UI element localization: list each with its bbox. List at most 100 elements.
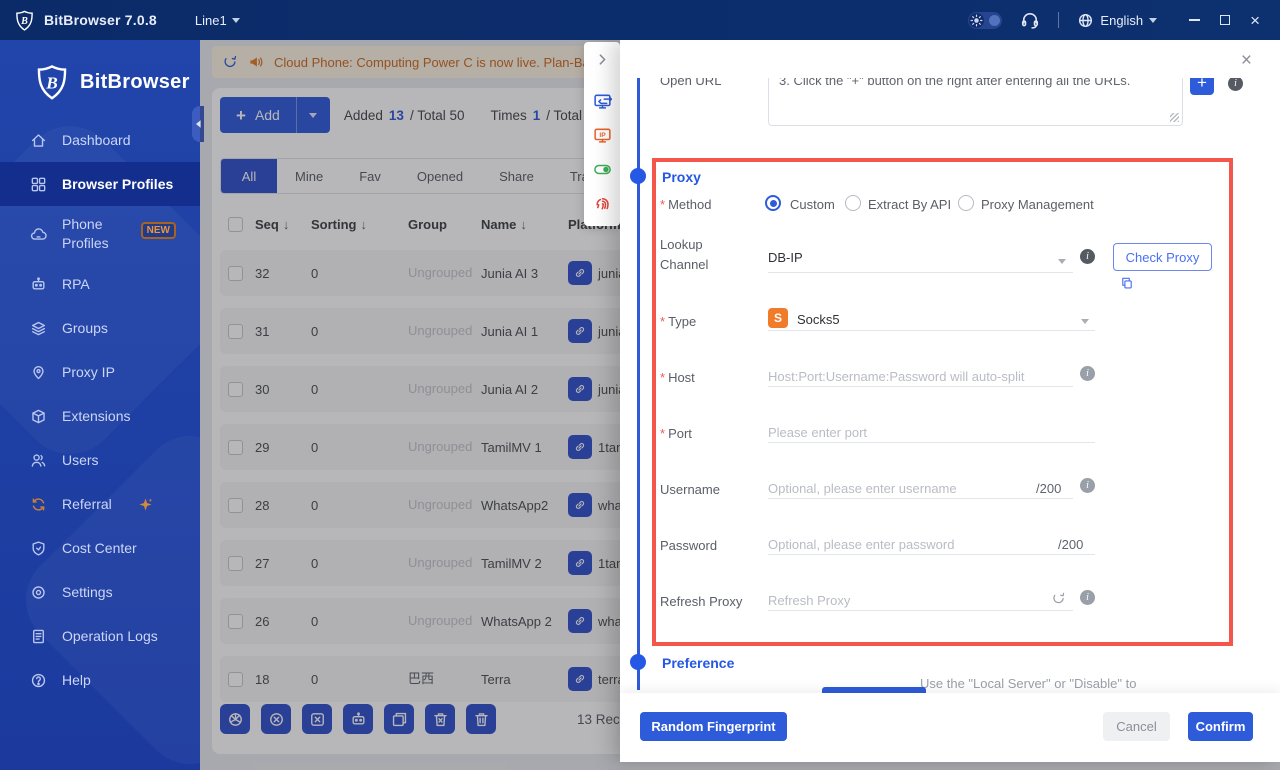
info-icon[interactable]: i bbox=[1080, 478, 1095, 493]
cancel-button[interactable]: Cancel bbox=[1103, 712, 1170, 741]
brand-name: BitBrowser bbox=[80, 70, 190, 93]
sidebar-item-label: Settings bbox=[62, 584, 113, 600]
close-modal-icon[interactable]: × bbox=[1241, 51, 1252, 70]
chevron-down-icon[interactable] bbox=[1058, 252, 1066, 267]
lookup-channel-label: Lookup Channel bbox=[660, 237, 709, 272]
robot-icon bbox=[30, 276, 47, 293]
host-label: * Host bbox=[660, 370, 695, 385]
modal-body: Open URL 3. Click the "+" button on the … bbox=[620, 40, 1280, 693]
radio-custom-label[interactable]: Custom bbox=[790, 197, 835, 212]
check-proxy-button[interactable]: Check Proxy bbox=[1113, 243, 1212, 271]
confirm-button[interactable]: Confirm bbox=[1188, 712, 1253, 741]
layers-icon bbox=[30, 320, 47, 337]
new-badge: NEW bbox=[140, 222, 176, 239]
doc-icon bbox=[30, 628, 47, 645]
home-icon bbox=[30, 132, 47, 149]
info-icon[interactable]: i bbox=[1080, 249, 1095, 264]
random-fingerprint-button[interactable]: Random Fingerprint bbox=[640, 712, 787, 741]
ip-icon[interactable]: IP bbox=[592, 126, 612, 145]
sidebar-item-cost-center[interactable]: Cost Center bbox=[0, 526, 200, 570]
theme-toggle[interactable] bbox=[968, 11, 1003, 29]
display-icon[interactable] bbox=[592, 92, 612, 111]
app-logo-icon: B bbox=[14, 10, 35, 31]
info-icon[interactable]: i bbox=[1228, 76, 1243, 91]
sidebar-item-label: Operation Logs bbox=[62, 628, 158, 644]
port-label: * Port bbox=[660, 426, 692, 441]
chevron-down-icon[interactable] bbox=[1081, 312, 1089, 327]
radio-proxy-management-label[interactable]: Proxy Management bbox=[981, 197, 1094, 212]
sidebar-item-label: Help bbox=[62, 672, 91, 688]
lookup-channel-value[interactable]: DB-IP bbox=[768, 250, 803, 265]
sidebar-item-referral[interactable]: Referral bbox=[0, 482, 200, 526]
sidebar-item-extensions[interactable]: Extensions bbox=[0, 394, 200, 438]
chevron-down-icon bbox=[1149, 17, 1158, 23]
support-icon[interactable] bbox=[1020, 10, 1040, 30]
sparkle-icon bbox=[138, 497, 153, 512]
sidebar-item-label: Proxy IP bbox=[62, 364, 115, 380]
proxy-highlight-rectangle bbox=[652, 158, 1233, 646]
brand: B BitBrowser bbox=[0, 40, 200, 118]
minimize-button[interactable] bbox=[1189, 19, 1201, 21]
question-icon bbox=[30, 672, 47, 689]
floating-toolbar: IP bbox=[584, 42, 620, 226]
timeline-dot-preference bbox=[630, 654, 646, 670]
info-icon[interactable]: i bbox=[1080, 366, 1095, 381]
sidebar-item-proxy-ip[interactable]: Proxy IP bbox=[0, 350, 200, 394]
sidebar-item-users[interactable]: Users bbox=[0, 438, 200, 482]
password-counter: /200 bbox=[1058, 537, 1084, 552]
sidebar-item-label: Referral bbox=[62, 496, 112, 512]
sidebar-item-browser-profiles[interactable]: Browser Profiles bbox=[0, 162, 200, 206]
sidebar-item-operation-logs[interactable]: Operation Logs bbox=[0, 614, 200, 658]
globe-icon bbox=[1077, 12, 1094, 29]
method-label: * Method bbox=[660, 197, 712, 212]
sidebar-item-label: Cost Center bbox=[62, 540, 137, 556]
line-selector[interactable]: Line1 bbox=[195, 13, 240, 28]
language-selector[interactable]: English bbox=[1077, 12, 1158, 29]
cube-icon bbox=[30, 408, 47, 425]
close-window-button[interactable]: × bbox=[1250, 12, 1260, 29]
cloud-icon bbox=[30, 226, 47, 243]
sidebar-item-groups[interactable]: Groups bbox=[0, 306, 200, 350]
svg-text:IP: IP bbox=[599, 132, 606, 139]
radio-proxy-management[interactable] bbox=[958, 195, 974, 211]
toggle-knob bbox=[989, 14, 1001, 26]
sidebar-item-label: Dashboard bbox=[62, 132, 131, 148]
sidebar-item-help[interactable]: Help bbox=[0, 658, 200, 702]
bitbrowser-logo-icon: B bbox=[34, 64, 70, 100]
refresh-proxy-input[interactable]: Refresh Proxy bbox=[768, 593, 850, 608]
toggle-icon[interactable] bbox=[592, 160, 612, 179]
sidebar: B BitBrowser Dashboard Browser Profiles Ph… bbox=[0, 40, 200, 770]
port-input[interactable]: Please enter port bbox=[768, 425, 867, 440]
sidebar-item-dashboard[interactable]: Dashboard bbox=[0, 118, 200, 162]
pin-icon bbox=[30, 364, 47, 381]
info-icon[interactable]: i bbox=[1080, 590, 1095, 605]
type-value[interactable]: Socks5 bbox=[797, 312, 840, 327]
sidebar-item-phone-profiles[interactable]: Phone Profiles NEW bbox=[0, 206, 200, 262]
sidebar-item-settings[interactable]: Settings bbox=[0, 570, 200, 614]
sidebar-item-label: Users bbox=[62, 452, 99, 468]
chevron-right-icon[interactable] bbox=[592, 50, 612, 69]
modal-header bbox=[620, 40, 1280, 78]
add-profile-modal: Open URL 3. Click the "+" button on the … bbox=[620, 40, 1280, 762]
refresh-proxy-label: Refresh Proxy bbox=[660, 594, 743, 609]
resize-grip-icon[interactable] bbox=[1170, 113, 1179, 122]
sun-icon bbox=[969, 12, 985, 28]
proxy-section-title: Proxy bbox=[662, 169, 701, 185]
username-input[interactable]: Optional, please enter username bbox=[768, 481, 957, 496]
username-label: Username bbox=[660, 482, 720, 497]
host-input[interactable]: Host:Port:Username:Password will auto-sp… bbox=[768, 369, 1024, 384]
radio-custom[interactable] bbox=[765, 195, 781, 211]
refresh-icon[interactable] bbox=[1051, 591, 1066, 606]
password-label: Password bbox=[660, 538, 718, 553]
grid-icon bbox=[30, 176, 47, 193]
fingerprint-icon[interactable] bbox=[592, 194, 612, 213]
sidebar-item-label: RPA bbox=[62, 276, 90, 292]
maximize-button[interactable] bbox=[1220, 15, 1231, 25]
password-input[interactable]: Optional, please enter password bbox=[768, 537, 954, 552]
copy-icon[interactable] bbox=[1120, 276, 1134, 290]
sidebar-item-label: Browser Profiles bbox=[62, 176, 174, 192]
type-label: * Type bbox=[660, 314, 697, 329]
radio-extract-by-api[interactable] bbox=[845, 195, 861, 211]
radio-extract-by-api-label[interactable]: Extract By API bbox=[868, 197, 951, 212]
sidebar-item-rpa[interactable]: RPA bbox=[0, 262, 200, 306]
